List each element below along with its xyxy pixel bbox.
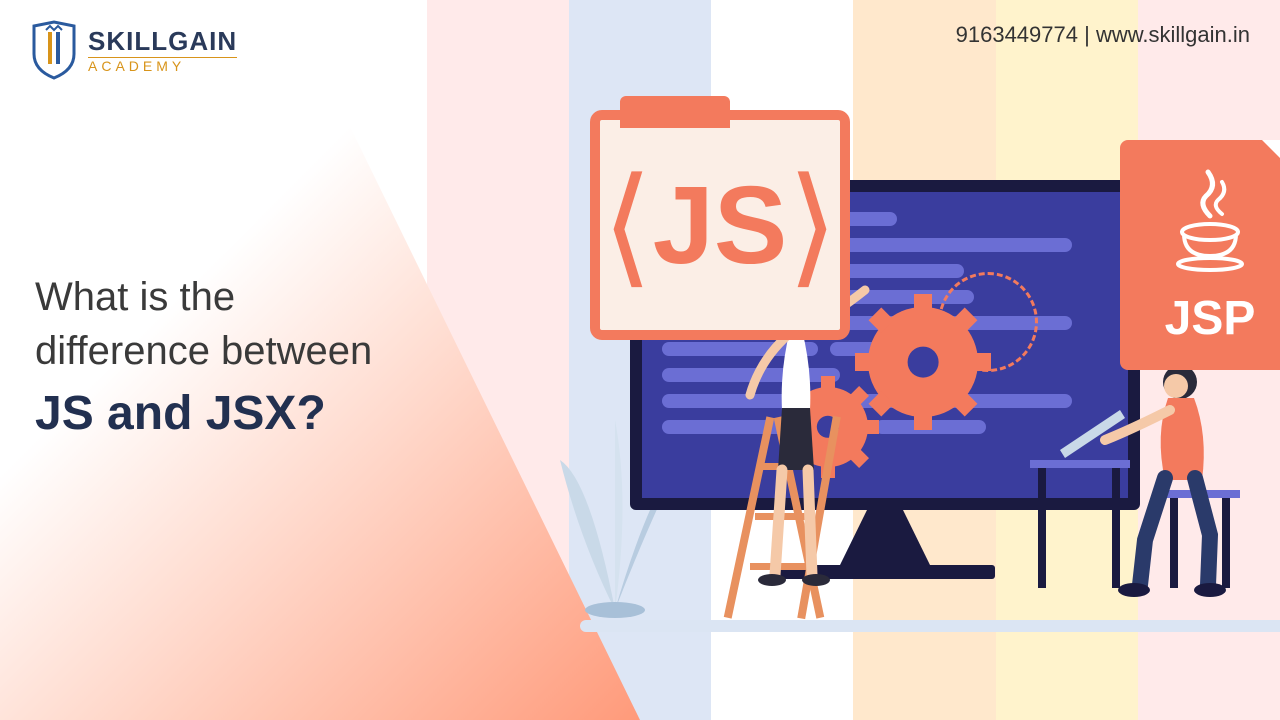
angle-bracket-right-icon: ⟩ (787, 149, 838, 301)
jsp-card: JSP (1120, 140, 1280, 370)
man-figure-icon (1010, 340, 1260, 620)
logo-shield-icon (30, 20, 78, 80)
angle-bracket-left-icon: ⟨ (602, 149, 653, 301)
headline-block: What is the difference between JS and JS… (35, 270, 372, 441)
headline-emphasis: JS and JSX? (35, 386, 372, 441)
java-cup-icon (1170, 164, 1250, 274)
js-card: ⟨ JS ⟩ (590, 110, 850, 340)
headline-line-2: difference between (35, 324, 372, 378)
contact-info: 9163449774 | www.skillgain.in (956, 22, 1250, 48)
js-label: JS (653, 162, 788, 289)
headline-line-1: What is the (35, 270, 372, 324)
brand-logo: SKILLGAIN ACADEMY (30, 20, 237, 80)
contact-url: www.skillgain.in (1096, 22, 1250, 47)
jsp-label: JSP (1165, 291, 1256, 346)
gear-icon (868, 307, 978, 417)
contact-phone: 9163449774 (956, 22, 1078, 47)
logo-sub-text: ACADEMY (88, 57, 237, 74)
ground-shadow (580, 620, 1280, 632)
hero-illustration: ⟨ JS ⟩ JSP (460, 120, 1240, 680)
logo-main-text: SKILLGAIN (88, 26, 237, 57)
